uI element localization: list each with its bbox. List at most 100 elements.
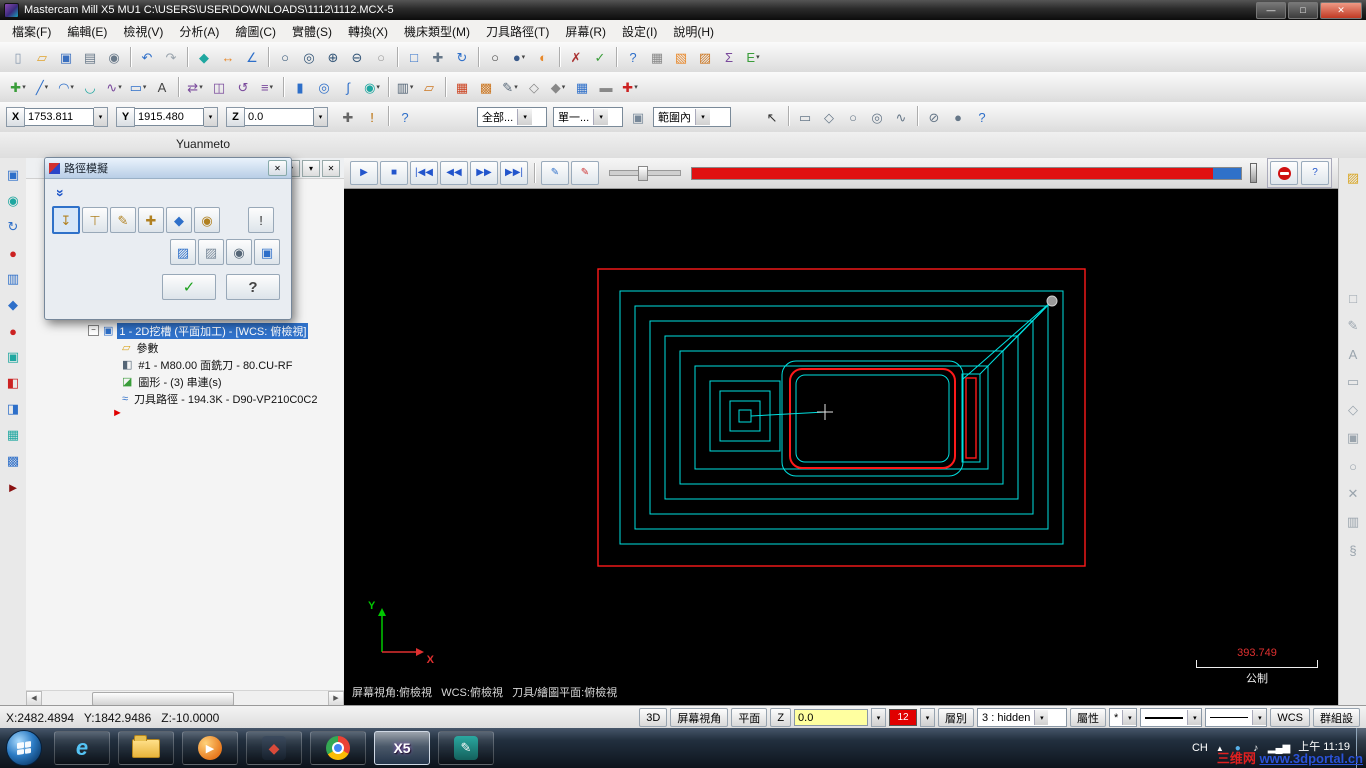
close-button[interactable]: ✕ <box>1320 1 1362 19</box>
solid-boolean-icon[interactable]: ◉ ▾ <box>361 76 383 98</box>
dropdown-arrow-icon[interactable]: ▾ <box>410 83 414 91</box>
zoom-window-icon[interactable]: ○ <box>274 46 296 68</box>
step-back-button[interactable]: ◀◀ <box>440 161 468 185</box>
wcs-plane-icon[interactable]: ▦ <box>451 76 473 98</box>
combo-arrow-icon[interactable]: ▾ <box>593 109 609 125</box>
unzoom-icon[interactable]: ○ <box>370 46 392 68</box>
dropdown-arrow-icon[interactable]: ▾ <box>522 53 526 61</box>
redo-icon[interactable]: ↷ <box>160 46 182 68</box>
playbar-help-button[interactable]: ? <box>1301 161 1329 185</box>
coordinate-label[interactable]: Z <box>226 107 245 127</box>
print-icon[interactable]: ▤ <box>79 46 101 68</box>
analyze-angle-icon[interactable]: ∠ <box>241 46 263 68</box>
repaint-icon[interactable]: ↻ <box>451 46 473 68</box>
menu-item[interactable]: 屏幕(R) <box>557 20 614 43</box>
taskbar-ie-button[interactable]: e <box>54 731 110 765</box>
show-rapid-button[interactable]: ✎ <box>110 207 136 233</box>
select-validate-icon[interactable]: ⊘ <box>923 106 945 128</box>
z-depth-label[interactable]: Z <box>770 708 792 727</box>
select-window-icon[interactable]: ▭ <box>794 106 816 128</box>
undelete-icon[interactable]: ✓ <box>589 46 611 68</box>
right-tool-select-icon[interactable]: □ <box>1342 287 1364 309</box>
tree-item-operation[interactable]: − ▣ 1 - 2D挖槽 (平面加工) - [WCS: 俯檢視] <box>26 322 344 339</box>
scroll-right-icon[interactable]: ▶ <box>328 690 344 705</box>
pan-icon[interactable]: ✚ <box>427 46 449 68</box>
undo-icon[interactable]: ↶ <box>136 46 158 68</box>
menu-item[interactable]: 檔案(F) <box>4 20 59 43</box>
plane-side-icon[interactable]: ◨ <box>2 398 24 420</box>
analyze-distance-icon[interactable]: ↔ <box>217 46 239 68</box>
select-polygon-icon[interactable]: ◇ <box>818 106 840 128</box>
level-combo[interactable]: 3 : hidden ▾ <box>977 708 1068 727</box>
create-text-icon[interactable]: A <box>151 76 173 98</box>
panel-horizontal-scrollbar[interactable]: ◀ ▶ <box>26 690 344 705</box>
combo-arrow-icon[interactable]: ▾ <box>1252 710 1267 725</box>
coordinate-label[interactable]: Y <box>116 107 135 127</box>
shaded-view-icon[interactable]: ● <box>2 242 24 264</box>
taskbar-app-button[interactable]: ◆ <box>246 731 302 765</box>
dropdown-arrow-icon[interactable]: ▾ <box>634 83 638 91</box>
help-icon[interactable]: ? <box>622 46 644 68</box>
gview-solid-icon[interactable]: ◆ <box>2 294 24 316</box>
right-tool-cube-icon[interactable]: ▣ <box>1342 427 1364 449</box>
xform-mirror-icon[interactable]: ◫ <box>208 76 230 98</box>
select-area-icon[interactable]: ◎ <box>866 106 888 128</box>
coordinate-dropdown[interactable]: ▾ <box>204 107 218 127</box>
create-fillet-icon[interactable]: ◡ <box>79 76 101 98</box>
dropdown-arrow-icon[interactable]: ▾ <box>376 83 380 91</box>
tree-expand-box[interactable]: − <box>88 325 99 336</box>
export-icon[interactable]: E ▾ <box>742 46 764 68</box>
wcs-button[interactable]: WCS <box>1270 708 1310 727</box>
z-depth-dropdown[interactable]: ▾ <box>871 708 887 727</box>
combo-arrow-icon[interactable]: ▾ <box>517 109 533 125</box>
gview-cylinder-icon[interactable]: ▥ <box>2 268 24 290</box>
machine-type-icon[interactable]: ▥ ▾ <box>394 76 416 98</box>
new-file-icon[interactable]: ▯ <box>7 46 29 68</box>
attributes-button[interactable]: 屬性 <box>1070 708 1107 727</box>
title-bar[interactable]: Mastercam Mill X5 MU1 C:\USERS\USER\DOWN… <box>0 0 1366 20</box>
step-forward-button[interactable]: ▶▶ <box>470 161 498 185</box>
gview-top-icon[interactable]: ▣ <box>2 164 24 186</box>
scrollbar-thumb[interactable] <box>92 691 234 705</box>
toolpath-contour-icon[interactable]: ▱ <box>418 76 440 98</box>
coordinate-input[interactable]: 1753.811 <box>25 108 94 126</box>
combo-arrow-icon[interactable]: ▾ <box>1034 710 1049 725</box>
dialog-title-bar[interactable]: 路徑模擬 ✕ <box>45 158 291 179</box>
tree-item-geometry[interactable]: ◪ 圖形 - (3) 串連(s) <box>26 373 344 390</box>
autocursor-gnomon-icon[interactable]: ✚ <box>337 106 359 128</box>
speed-slider-thumb[interactable] <box>638 166 648 181</box>
levels-icon[interactable]: ▩ <box>475 76 497 98</box>
zoom-target-icon[interactable]: ◎ <box>298 46 320 68</box>
hide-display-button[interactable]: ▨ <box>198 239 224 265</box>
show-endpoints-button[interactable]: ◉ <box>194 207 220 233</box>
prompt-icon[interactable]: ! <box>361 106 383 128</box>
create-line-icon[interactable]: ╱ ▾ <box>31 76 53 98</box>
level-button[interactable]: 層別 <box>938 708 975 727</box>
coordinate-input[interactable]: 0.0 <box>245 108 314 126</box>
save-geometry-button[interactable]: ▣ <box>254 239 280 265</box>
gview-sphere-icon[interactable]: ● <box>2 320 24 342</box>
right-tool-text-icon[interactable]: A <box>1342 343 1364 365</box>
menu-item[interactable]: 設定(I) <box>614 20 665 43</box>
selection-range-combo[interactable]: 範圍內 ▾ <box>653 107 731 127</box>
dialog-help-button[interactable]: ? <box>226 274 280 300</box>
right-tool-bin-icon[interactable]: ▥ <box>1342 511 1364 533</box>
zoom-in-icon[interactable]: ⊕ <box>322 46 344 68</box>
ruler-icon[interactable]: ▬ <box>595 76 617 98</box>
menu-item[interactable]: 刀具路徑(T) <box>478 20 557 43</box>
taskbar-mastercam-button[interactable]: X5 <box>374 731 430 765</box>
flag-icon[interactable]: ► <box>2 476 24 498</box>
right-tool-ruler-icon[interactable]: ▭ <box>1342 371 1364 393</box>
expand-options-button[interactable]: » <box>52 185 70 201</box>
selection-help-icon[interactable]: ? <box>971 106 993 128</box>
plane-grid-icon[interactable]: ▦ <box>2 424 24 446</box>
analyze-entity-icon[interactable]: ◆ <box>193 46 215 68</box>
show-path-button[interactable]: ✚ <box>138 207 164 233</box>
planes-button[interactable]: 平面 <box>731 708 768 727</box>
graphics-canvas[interactable]: Y X 393.749 公制 屏幕視角:俯檢視 WCS:俯檢視 刀具/繪圖平面:… <box>344 189 1338 706</box>
select-single-icon[interactable]: ○ <box>842 106 864 128</box>
dropdown-arrow-icon[interactable]: ▾ <box>514 83 518 91</box>
right-tool-circle-icon[interactable]: ○ <box>1342 455 1364 477</box>
select-arrow-icon[interactable]: ↖ <box>761 106 783 128</box>
xform-offset-icon[interactable]: ≡ ▾ <box>256 76 278 98</box>
